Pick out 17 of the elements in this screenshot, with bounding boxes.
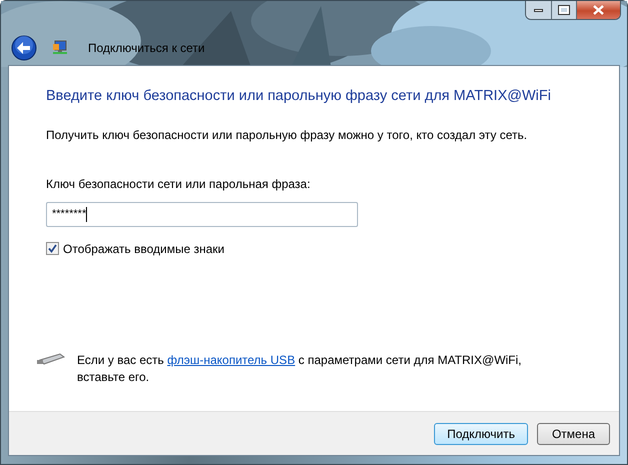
description-text: Получить ключ безопасности или парольную фразу можно у того, кто создал эту сеть. xyxy=(46,126,528,144)
network-icon xyxy=(52,40,68,56)
close-button[interactable] xyxy=(577,1,620,19)
maximize-button[interactable] xyxy=(552,1,577,19)
window-title: Подключиться к сети xyxy=(88,40,205,57)
password-field[interactable]: ******** xyxy=(46,202,358,227)
field-label: Ключ безопасности сети или парольная фраза: xyxy=(46,176,312,193)
checkbox[interactable] xyxy=(46,242,59,256)
back-arrow-button[interactable] xyxy=(11,35,37,61)
minimize-button[interactable] xyxy=(526,1,552,19)
close-icon xyxy=(593,5,604,15)
connect-button[interactable]: Подключить xyxy=(434,422,528,444)
instruction-heading: Введите ключ безопасности или парольную фразу сети для MATRIX@WiFi xyxy=(46,87,552,106)
usb-note-text: Если у вас есть флэш-накопитель USB с параметрами сети для MATRIX@WiFi, вставьте его. xyxy=(77,352,523,386)
checkbox-label: Отображать вводимые знаки xyxy=(63,240,224,258)
cancel-button[interactable]: Отмена xyxy=(537,422,610,444)
usb-drive-link[interactable]: флэш-накопитель USB xyxy=(167,353,296,367)
